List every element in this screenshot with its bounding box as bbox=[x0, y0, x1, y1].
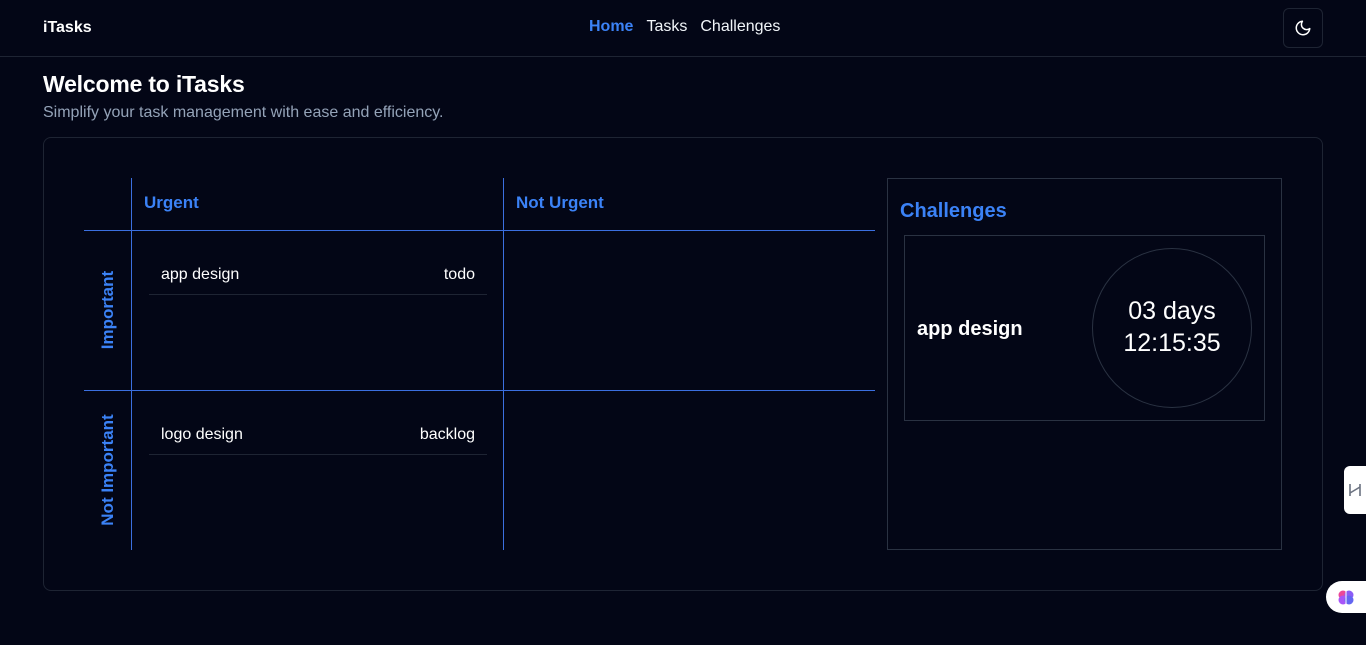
theme-toggle-button[interactable] bbox=[1283, 8, 1323, 48]
column-header-not-urgent: Not Urgent bbox=[516, 193, 604, 212]
challenges-panel: Challenges app design 03 days 12:15:35 bbox=[887, 178, 1282, 550]
countdown-time: 12:15:35 bbox=[1123, 329, 1221, 357]
task-status: todo bbox=[443, 266, 475, 283]
challenge-card[interactable]: app design 03 days 12:15:35 bbox=[904, 235, 1265, 421]
challenges-title: Challenges bbox=[900, 200, 1007, 222]
column-header-urgent: Urgent bbox=[144, 193, 199, 212]
matrix-divider-col-2 bbox=[503, 178, 504, 550]
main-nav: Home Tasks Challenges bbox=[589, 18, 780, 36]
task-item[interactable]: app design todo bbox=[149, 251, 487, 295]
ai-assistant-button[interactable] bbox=[1326, 581, 1366, 613]
task-name: logo design bbox=[161, 426, 243, 443]
task-name: app design bbox=[161, 266, 240, 283]
resize-icon bbox=[1349, 484, 1361, 496]
nav-home-link[interactable]: Home bbox=[589, 18, 633, 36]
task-status: backlog bbox=[419, 426, 475, 443]
row-header-not-important: Not Important bbox=[98, 414, 117, 526]
matrix-divider-row-2 bbox=[84, 390, 875, 391]
page-subtitle: Simplify your task management with ease … bbox=[43, 104, 444, 121]
matrix-divider-col-1 bbox=[131, 178, 132, 550]
brain-icon bbox=[1338, 590, 1354, 605]
navbar: iTasks Home Tasks Challenges bbox=[0, 0, 1366, 57]
brand-logo[interactable]: iTasks bbox=[43, 19, 92, 37]
challenge-name: app design bbox=[917, 318, 1023, 340]
task-item[interactable]: logo design backlog bbox=[149, 411, 487, 455]
countdown-timer: 03 days 12:15:35 bbox=[1092, 248, 1252, 408]
nav-challenges-link[interactable]: Challenges bbox=[700, 18, 780, 36]
countdown-days: 03 days bbox=[1128, 297, 1216, 325]
row-header-important: Important bbox=[98, 270, 117, 350]
matrix-divider-row-1 bbox=[84, 230, 875, 231]
nav-tasks-link[interactable]: Tasks bbox=[646, 18, 687, 36]
moon-icon bbox=[1295, 20, 1311, 36]
page-title: Welcome to iTasks bbox=[43, 71, 245, 97]
extension-side-button[interactable] bbox=[1344, 466, 1366, 514]
